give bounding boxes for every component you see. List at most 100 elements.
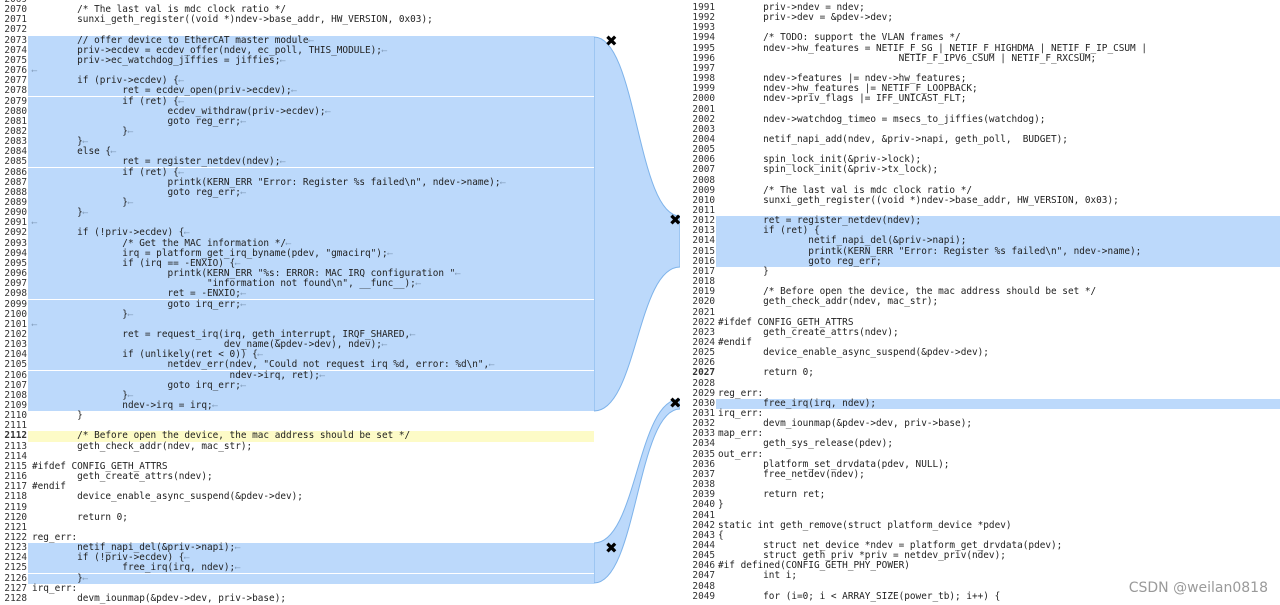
line-ending-marker: ⟵	[291, 86, 297, 96]
code-line[interactable]: 2110 }	[0, 411, 594, 421]
line-ending-marker: ⟵	[178, 167, 184, 177]
line-number: 2049	[692, 590, 715, 602]
code-line[interactable]: 2040}	[680, 500, 1280, 510]
code-line[interactable]: 2126 }⟵	[0, 572, 594, 584]
code-line[interactable]: 2004 netif_napi_add(ndev, &priv->napi, g…	[680, 134, 1280, 145]
code-text: free_irq(irq, ndev);	[718, 397, 877, 409]
line-ending-marker: ⟵	[387, 248, 393, 258]
right-editor-pane[interactable]: 1991 priv->ndev = ndev; 1992 priv->dev = …	[680, 0, 1280, 605]
code-line[interactable]: 2025 device_enable_async_suspend(&pdev->…	[680, 347, 1280, 358]
code-line[interactable]: 2085 ret = register_netdev(ndev);⟵	[0, 156, 594, 168]
line-ending-marker: ⟵	[489, 360, 495, 370]
code-text: free_irq(irq, ndev);⟵	[32, 562, 241, 574]
code-line[interactable]: 2017 }	[680, 266, 1280, 277]
line-number: 2085	[0, 157, 28, 168]
line-number: 2128	[4, 592, 27, 604]
line-ending-marker: ⟵	[32, 319, 37, 329]
code-line[interactable]: 2118 device_enable_async_suspend(&pdev->…	[0, 492, 594, 502]
code-text: return 0;	[718, 367, 814, 379]
line-ending-marker: ⟵	[178, 76, 184, 86]
line-ending-marker: ⟵	[32, 218, 37, 228]
code-line[interactable]: 2128 devm_iounmap(&pdev->dev, priv->base…	[0, 592, 594, 604]
code-line[interactable]: 2120 return 0;	[0, 512, 594, 523]
code-text: ret = -ENXIO;⟵	[32, 288, 246, 300]
diff-connector-gutter: ✖ ✖ ✖ ✖	[594, 0, 1193, 605]
code-line[interactable]: 2121	[0, 522, 594, 533]
code-line[interactable]: 2010 sunxi_geth_register((void *)ndev->b…	[680, 195, 1280, 206]
code-text: devm_iounmap(&pdev->dev, priv->base);	[718, 418, 972, 430]
code-line[interactable]: 2030 free_irq(irq, ndev);	[680, 397, 1280, 409]
code-text: free_netdev(ndev);	[718, 468, 865, 480]
code-text: device_enable_async_suspend(&pdev->dev);	[32, 491, 303, 503]
line-ending-marker: ⟵	[82, 208, 88, 218]
code-text: geth_check_addr(ndev, mac_str);	[32, 440, 253, 452]
code-line[interactable]: 2023 geth_create_attrs(ndev);	[680, 326, 1280, 338]
code-line[interactable]: 2039 return ret;	[680, 490, 1280, 500]
code-text: netdev_err(ndev, "Could not request irq …	[32, 359, 495, 371]
line-ending-marker: ⟵	[235, 563, 241, 573]
code-line[interactable]: 2020 geth_check_addr(ndev, mac_str);	[680, 297, 1280, 307]
code-line[interactable]: 2090 }⟵	[0, 208, 594, 219]
code-line[interactable]: 2113 geth_check_addr(ndev, mac_str);	[0, 440, 594, 452]
watermark: CSDN @weilan0818	[1128, 580, 1268, 596]
line-ending-marker: ⟵	[235, 258, 241, 268]
line-ending-marker: ⟵	[286, 238, 291, 248]
line-ending-marker: ⟵	[178, 96, 184, 106]
code-text: }⟵	[32, 197, 133, 208]
line-ending-marker: ⟵	[415, 279, 421, 289]
code-line[interactable]: 2100 }⟵	[0, 308, 594, 320]
code-line[interactable]: 2002 ndev->watchdog_timeo = msecs_to_jif…	[680, 113, 1280, 125]
line-ending-marker: ⟵	[184, 228, 190, 238]
code-line[interactable]: 1992 priv->dev = &pdev->dev;	[680, 13, 1280, 23]
code-line[interactable]: 2007 spin_lock_init(&priv->tx_lock);	[680, 165, 1280, 175]
code-text: ndev->watchdog_timeo = msecs_to_jiffies(…	[718, 113, 1046, 125]
line-number: 2125	[0, 563, 28, 574]
code-line[interactable]: 2028	[680, 378, 1280, 389]
line-ending-marker: ⟵	[240, 289, 246, 299]
code-line[interactable]: 2042 static int geth_remove(struct platfo…	[680, 520, 1280, 531]
line-number: 2040	[692, 499, 715, 511]
line-number: 2027	[692, 367, 715, 379]
code-text: ret = register_netdev(ndev);⟵	[32, 156, 286, 168]
code-line[interactable]: 2089 }⟵	[0, 197, 594, 209]
code-line[interactable]: 2109 ndev->irq = irq;⟵	[0, 400, 594, 412]
code-text: geth_check_addr(ndev, mac_str);	[718, 296, 939, 308]
line-ending-marker: ⟵	[235, 543, 241, 553]
code-line[interactable]: 2034 geth_sys_release(pdev);	[680, 439, 1280, 449]
code-line[interactable]: 2116 geth_create_attrs(ndev);	[0, 471, 594, 482]
line-ending-marker: ⟵	[82, 573, 88, 583]
code-text: priv->ec_watchdog_jiffies = jiffies;⟵	[32, 54, 286, 66]
code-line[interactable]: 1996 NETIF_F_IPV6_CSUM | NETIF_F_RXCSUM;	[680, 52, 1280, 64]
line-ending-marker: ⟵	[127, 126, 133, 136]
code-line[interactable]: 2032 devm_iounmap(&pdev->dev, priv->base…	[680, 419, 1280, 429]
code-line[interactable]: 2082 }⟵	[0, 126, 594, 138]
code-line[interactable]: 2105 netdev_err(ndev, "Could not request…	[0, 359, 594, 371]
code-text: #if defined(CONFIG_GETH_PHY_POWER)	[718, 560, 910, 572]
code-line[interactable]: 2037 free_netdev(ndev);	[680, 468, 1280, 480]
line-ending-marker: ⟵	[127, 309, 133, 319]
code-line[interactable]: 2098 ret = -ENXIO;⟵	[0, 288, 594, 300]
code-text: geth_create_attrs(ndev);	[718, 326, 899, 338]
code-text: }⟵	[32, 308, 133, 320]
revert-change-4-icon[interactable]: ✖	[605, 541, 618, 556]
line-ending-marker: ⟵	[212, 401, 218, 410]
code-text: priv->dev = &pdev->dev;	[718, 12, 893, 24]
line-number: 2007	[692, 164, 715, 176]
code-line[interactable]: 2078 ret = ecdev_open(priv->ecdev);⟵	[0, 86, 594, 97]
code-line[interactable]: 2125 free_irq(irq, ndev);⟵	[0, 562, 594, 574]
line-ending-marker: ⟵	[240, 187, 246, 197]
code-line[interactable]: 2000 ndev->priv_flags |= IFF_UNICAST_FLT…	[680, 94, 1280, 104]
line-ending-marker: ⟵	[410, 329, 415, 339]
code-line[interactable]: 2075 priv->ec_watchdog_jiffies = jiffies…	[0, 54, 594, 66]
left-editor-pane[interactable]: 20692070 /* The last val is mdc clock ra…	[0, 0, 594, 605]
code-text: return ret;	[718, 489, 826, 501]
code-text: }⟵	[32, 572, 88, 584]
code-line[interactable]: 2071 sunxi_geth_register((void *)ndev->b…	[0, 15, 594, 25]
code-line[interactable]: 2027 return 0;	[680, 368, 1280, 378]
code-text: NETIF_F_IPV6_CSUM | NETIF_F_RXCSUM;	[718, 52, 1097, 64]
code-text: ndev->priv_flags |= IFF_UNICAST_FLT;	[718, 93, 967, 105]
line-number: 2047	[692, 570, 715, 582]
revert-change-1-icon[interactable]: ✖	[605, 34, 618, 49]
code-line[interactable]: 2016 goto reg_err;	[680, 255, 1280, 267]
code-text: goto reg_err;	[718, 255, 882, 267]
